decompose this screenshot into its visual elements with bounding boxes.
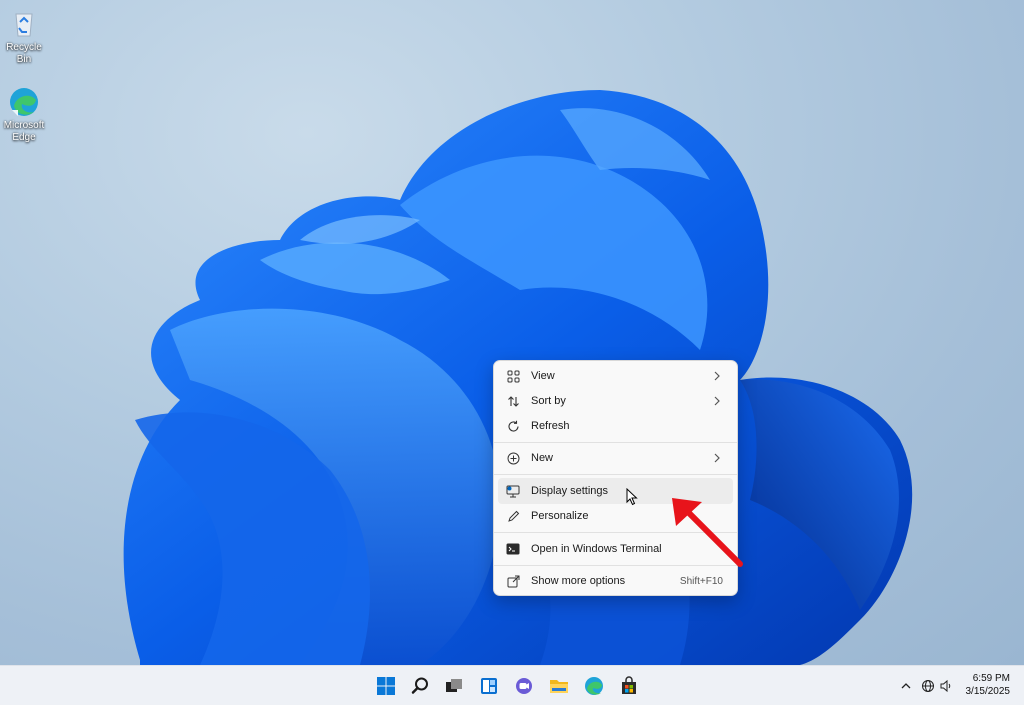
grid-icon — [505, 368, 521, 384]
clock-time: 6:59 PM — [972, 673, 1010, 684]
chevron-right-icon — [714, 453, 720, 463]
menu-item-label: Show more options — [531, 575, 626, 587]
desktop-icon-label: Microsoft Edge — [3, 120, 45, 143]
widgets-button[interactable] — [475, 672, 503, 700]
menu-item-label: Open in Windows Terminal — [531, 543, 662, 555]
store-icon — [622, 676, 636, 694]
menu-item-show-more-options[interactable]: Show more options Shift+F10 — [498, 568, 733, 594]
menu-item-new[interactable]: New — [498, 445, 733, 471]
menu-item-label: New — [531, 452, 554, 464]
chat-button[interactable] — [510, 672, 538, 700]
menu-item-refresh[interactable]: Refresh — [498, 413, 733, 439]
start-button[interactable] — [372, 672, 400, 700]
desktop-icon-label: Recycle Bin — [6, 42, 42, 65]
annotation-arrow-icon — [672, 498, 743, 567]
menu-item-label: View — [531, 370, 555, 382]
menu-separator — [494, 474, 737, 475]
sort-icon — [505, 393, 521, 409]
taskbar-clock[interactable]: 6:59 PM 3/15/2025 — [966, 672, 1011, 698]
chevron-up-icon — [901, 683, 911, 689]
file-explorer-icon — [550, 680, 568, 693]
share-icon — [505, 573, 521, 589]
refresh-icon — [505, 418, 521, 434]
display-icon — [505, 483, 521, 499]
shortcut-label: Shift+F10 — [679, 575, 723, 587]
volume-button[interactable] — [938, 678, 954, 694]
start-icon — [377, 677, 395, 695]
task-view-button[interactable] — [440, 672, 468, 700]
recycle-bin-icon — [8, 8, 40, 40]
show-hidden-icons-button[interactable] — [898, 678, 914, 694]
taskbar: 6:59 PM 3/15/2025 — [0, 665, 1024, 705]
search-button[interactable] — [406, 672, 434, 700]
clock-date: 3/15/2025 — [965, 686, 1011, 697]
plus-circle-icon — [505, 450, 521, 466]
mouse-cursor-icon — [626, 488, 638, 506]
edge-icon — [585, 677, 603, 695]
search-icon — [411, 677, 428, 694]
task-view-icon — [446, 679, 462, 692]
menu-item-sort-by[interactable]: Sort by — [498, 388, 733, 414]
store-button[interactable] — [615, 672, 643, 700]
menu-item-label: Personalize — [531, 510, 589, 522]
chevron-right-icon — [714, 396, 720, 406]
desktop-icon-edge[interactable]: Microsoft Edge — [0, 86, 48, 144]
menu-item-view[interactable]: View — [498, 363, 733, 389]
edge-icon — [8, 86, 40, 118]
menu-item-label: Refresh — [531, 420, 570, 432]
globe-icon — [922, 680, 934, 692]
menu-separator — [494, 442, 737, 443]
menu-item-label: Display settings — [531, 485, 609, 497]
desktop-icon-recycle-bin[interactable]: Recycle Bin — [0, 8, 48, 66]
file-explorer-button[interactable] — [545, 672, 573, 700]
pen-icon — [505, 508, 521, 524]
edge-button[interactable] — [580, 672, 608, 700]
network-button[interactable] — [920, 678, 936, 694]
chat-icon — [516, 678, 532, 694]
speaker-icon — [940, 679, 951, 693]
desktop[interactable]: Recycle Bin Microsoft Edge View Sort by — [0, 0, 1024, 665]
widgets-icon — [481, 678, 497, 694]
terminal-icon — [505, 541, 521, 557]
chevron-right-icon — [714, 371, 720, 381]
menu-item-label: Sort by — [531, 395, 566, 407]
